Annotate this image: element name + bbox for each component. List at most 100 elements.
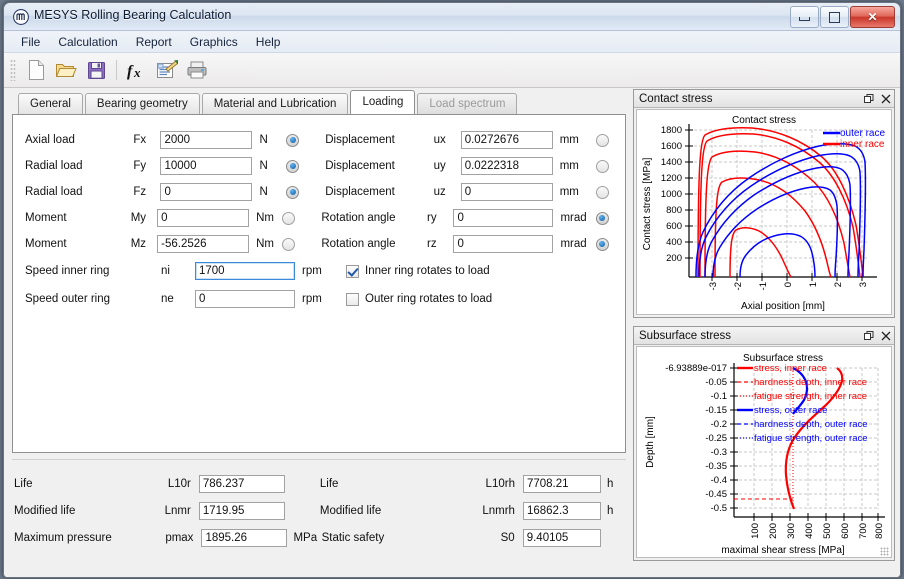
axial-load-fx-input[interactable] [160,131,252,149]
form-row-speed-outer: Speed outer ring ne rpm Outer ring rotat… [25,285,615,313]
toolbar-grip[interactable] [10,59,16,81]
radio-mz-moment[interactable] [282,238,295,251]
maximum-pressure-label: Maximum pressure [12,532,147,544]
tab-load-spectrum: Load spectrum [417,93,517,114]
contact-stress-chart[interactable]: Contact stress [636,109,892,315]
axial-load-unit: N [252,134,280,146]
life-l10r-value[interactable] [199,475,285,493]
report-icon[interactable] [152,56,182,84]
float-window-icon[interactable] [864,94,874,104]
tab-loading[interactable]: Loading [350,90,415,114]
menu-item-help[interactable]: Help [247,33,290,51]
svg-text:-0.35: -0.35 [705,461,727,472]
rotation-angle-ry-label: Rotation angle [321,212,427,224]
svg-text:200: 200 [768,523,779,539]
main-content: General Bearing geometry Material and Lu… [4,85,900,577]
left-pane: General Bearing geometry Material and Lu… [12,91,626,573]
radial-load-fy-unit: N [252,160,280,172]
radio-ry-rotation[interactable] [596,212,609,225]
life-l10rh-value[interactable] [523,475,601,493]
close-icon[interactable] [881,94,891,104]
toolbar: f x [4,53,900,88]
maximize-button[interactable] [820,6,849,28]
radial-load-fz-input[interactable] [160,183,252,201]
radio-fx-load[interactable] [286,134,299,147]
svg-text:hardness depth, inner race: hardness depth, inner race [754,377,867,388]
svg-text:1600: 1600 [661,141,682,152]
new-file-icon[interactable] [21,56,51,84]
form-row-fz: Radial load Fz N Displacement uz mm [25,179,615,205]
svg-text:1800: 1800 [661,125,682,136]
close-button[interactable]: ✕ [850,6,895,28]
rotation-angle-ry-input[interactable] [453,209,553,227]
rotation-angle-rz-input[interactable] [453,235,553,253]
menu-item-graphics[interactable]: Graphics [181,33,247,51]
open-folder-icon[interactable] [51,56,81,84]
displacement-uz-input[interactable] [461,183,553,201]
modified-life-lnmrh-value[interactable] [523,502,601,520]
radio-my-moment[interactable] [282,212,295,225]
moment-my-unit: Nm [249,212,276,224]
svg-text:-6.93889e-017: -6.93889e-017 [665,363,727,374]
svg-text:100: 100 [750,523,761,539]
svg-text:inner race: inner race [840,139,885,150]
svg-text:Contact stress: Contact stress [732,115,796,126]
radio-uz-displacement[interactable] [596,186,609,199]
static-safety-value[interactable] [523,529,601,547]
svg-text:400: 400 [666,237,682,248]
loading-tab-panel: Axial load Fx N Displacement ux mm Radia… [12,114,626,453]
displacement-uy-unit: mm [553,160,590,172]
radio-ux-displacement[interactable] [596,134,609,147]
modified-life-hours-label: Modified life [310,505,422,517]
moment-my-input[interactable] [157,209,249,227]
speed-outer-ring-unit: rpm [295,293,340,305]
svg-text:Axial position [mm]: Axial position [mm] [741,301,825,312]
displacement-uy-input[interactable] [461,157,553,175]
svg-text:-0.2: -0.2 [711,419,727,430]
svg-text:fatigue strength, inner race: fatigue strength, inner race [754,391,867,402]
radial-load-fy-input[interactable] [160,157,252,175]
modified-life-lnmr-value[interactable] [199,502,285,520]
svg-text:1400: 1400 [661,157,682,168]
svg-text:400: 400 [804,523,815,539]
speed-outer-ring-label: Speed outer ring [25,293,161,305]
result-row-max-pressure: Maximum pressure pmax MPa Static safety … [12,524,626,551]
minimize-button[interactable] [790,6,819,28]
displacement-ux-input[interactable] [461,131,553,149]
printer-icon[interactable] [182,56,212,84]
formula-fx-icon[interactable]: f x [122,56,152,84]
speed-outer-ring-input[interactable] [195,290,295,308]
resize-grip[interactable] [880,547,889,556]
tab-material-and-lubrication[interactable]: Material and Lubrication [202,93,349,114]
radio-fy-load[interactable] [286,160,299,173]
toolbar-separator [116,60,117,80]
tab-bearing-geometry[interactable]: Bearing geometry [85,93,200,114]
radio-rz-rotation[interactable] [596,238,609,251]
displacement-uz-symbol: uz [434,186,461,198]
tab-general[interactable]: General [18,93,83,114]
subsurface-stress-chart[interactable]: Subsurface stress [636,346,892,558]
outer-ring-rotates-label: Outer ring rotates to load [365,293,492,305]
float-window-icon[interactable] [864,331,874,341]
moment-mz-input[interactable] [157,235,249,253]
radio-uy-displacement[interactable] [596,160,609,173]
svg-text:-0.3: -0.3 [711,447,727,458]
displacement-uy-symbol: uy [434,160,461,172]
menu-item-file[interactable]: File [12,33,49,51]
svg-text:-1: -1 [758,282,769,290]
svg-text:1200: 1200 [661,173,682,184]
close-icon[interactable] [881,331,891,341]
outer-ring-rotates-checkbox[interactable] [346,293,359,306]
maximum-pressure-value[interactable] [201,529,287,547]
displacement-uz-label: Displacement [325,186,433,198]
menu-item-report[interactable]: Report [127,33,181,51]
speed-inner-ring-input[interactable] [195,262,295,280]
rotation-angle-rz-label: Rotation angle [321,238,427,250]
inner-ring-rotates-checkbox[interactable] [346,265,359,278]
results-panel: Life L10r Life L10rh h Modified life Lnm… [12,459,626,573]
menu-item-calculation[interactable]: Calculation [49,33,126,51]
svg-text:hardness depth, outer race: hardness depth, outer race [754,419,868,430]
radio-fz-load[interactable] [286,186,299,199]
modified-life-label: Modified life [12,505,145,517]
save-disk-icon[interactable] [81,56,111,84]
